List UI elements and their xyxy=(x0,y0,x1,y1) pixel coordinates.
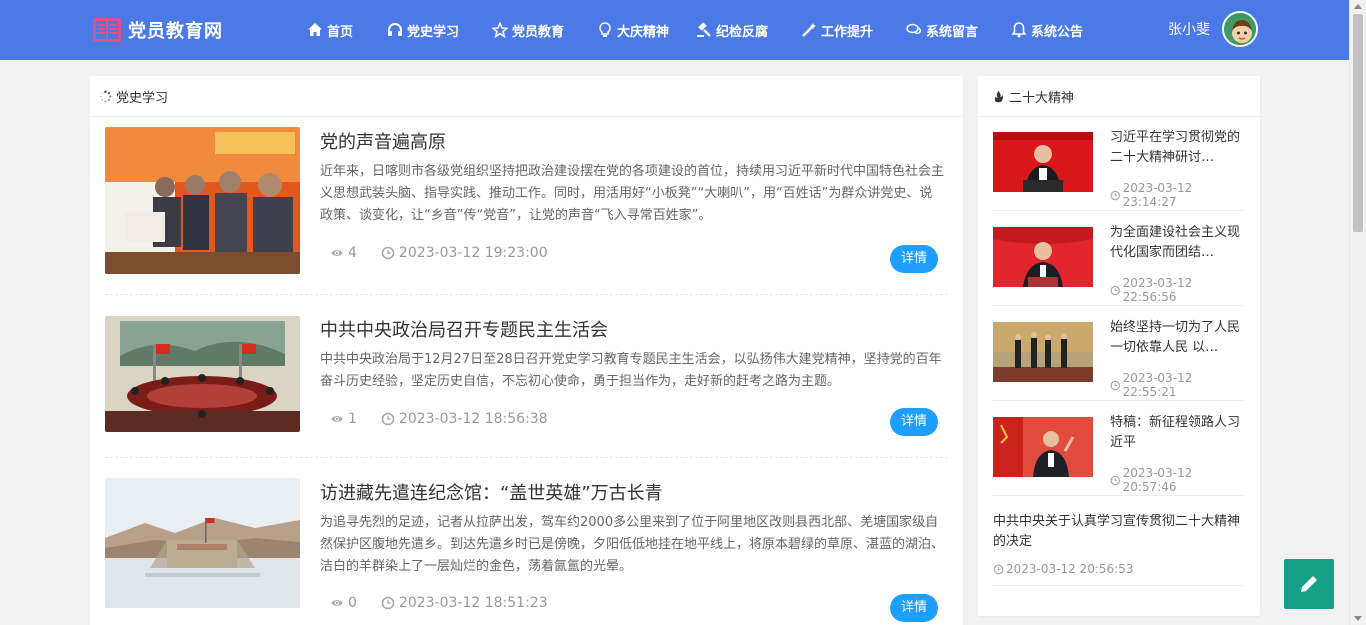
eye-icon xyxy=(331,250,343,256)
nav-item-work-improvement[interactable]: 工作提升 xyxy=(801,21,873,40)
loading-spinner-icon xyxy=(99,89,112,102)
article-meta: 0 2023-03-12 18:51:23 xyxy=(330,595,548,611)
scroll-thumb[interactable] xyxy=(1353,14,1363,232)
details-button[interactable]: 详情 xyxy=(890,594,938,622)
nav-item-messages[interactable]: 系统留言 xyxy=(906,21,978,40)
scroll-up-arrow-icon[interactable] xyxy=(1354,4,1362,9)
news-title[interactable]: 中共中央关于认真学习宣传贯彻二十大精神的决定 xyxy=(993,512,1245,552)
clock-icon xyxy=(381,412,395,426)
page-scrollbar[interactable] xyxy=(1349,0,1366,625)
news-title[interactable]: 习近平在学习贯彻党的二十大精神研讨… xyxy=(1110,128,1245,168)
article-summary: 为追寻先烈的足迹，记者从拉萨出发，驾车约2000多公里来到了位于阿里地区改则县西… xyxy=(320,515,945,574)
article-meta: 4 2023-03-12 19:23:00 xyxy=(330,245,548,261)
nav-item-member-education[interactable]: 党员教育 xyxy=(492,21,564,40)
article-item: 中共中央政治局召开专题民主生活会 中共中央政治局于12月27日至28日召开党史学… xyxy=(105,316,948,458)
headphones-icon xyxy=(388,23,402,36)
news-thumbnail[interactable] xyxy=(993,227,1093,287)
site-title: 党员教育网 xyxy=(128,21,223,42)
compose-button[interactable] xyxy=(1284,559,1334,609)
news-date: 2023-03-12 22:55:21 xyxy=(1110,371,1245,399)
news-title[interactable]: 始终坚持一切为了人民一切依靠人民 以… xyxy=(1110,318,1245,358)
clock-icon xyxy=(1110,285,1121,295)
article-title[interactable]: 访进藏先遣连纪念馆：“盖世英雄”万古长青 xyxy=(320,479,663,505)
news-date: 2023-03-12 22:56:56 xyxy=(1110,276,1245,304)
view-count: 1 xyxy=(348,411,357,427)
magic-wand-icon xyxy=(802,23,816,37)
clock-icon xyxy=(381,246,395,260)
gavel-icon xyxy=(697,22,711,37)
article-item: 访进藏先遣连纪念馆：“盖世英雄”万古长青 为追寻先烈的足迹，记者从拉萨出发，驾车… xyxy=(105,478,948,625)
eye-icon xyxy=(331,600,343,606)
details-button[interactable]: 详情 xyxy=(890,245,938,273)
side-news-item[interactable]: 为全面建设社会主义现代化国家而团结… 2023-03-12 22:56:56 xyxy=(993,225,1245,306)
nav-item-anti-corruption[interactable]: 纪检反腐 xyxy=(696,21,768,40)
publish-time: 2023-03-12 18:56:38 xyxy=(398,411,548,427)
article-item: 党的声音遍高原 近年来，日喀则市各级党组织坚持把政治建设摆在党的各项建设的首位，… xyxy=(105,127,948,295)
lightbulb-icon xyxy=(599,22,611,37)
site-logo[interactable]: 党员教育网 xyxy=(92,14,223,46)
news-date: 2023-03-12 20:56:53 xyxy=(993,562,1133,576)
avatar[interactable] xyxy=(1222,11,1258,47)
news-title[interactable]: 为全面建设社会主义现代化国家而团结… xyxy=(1110,223,1245,263)
clock-icon xyxy=(1110,190,1121,200)
cartoon-avatar-icon xyxy=(1224,13,1256,45)
side-news-item[interactable]: 特稿：新征程领路人习近平 2023-03-12 20:57:46 xyxy=(993,415,1245,496)
eye-icon xyxy=(331,416,343,422)
fire-icon xyxy=(994,90,1003,102)
side-news-item[interactable]: 中共中央关于认真学习宣传贯彻二十大精神的决定 2023-03-12 20:56:… xyxy=(993,512,1245,586)
clock-icon xyxy=(1110,380,1121,390)
article-thumbnail[interactable] xyxy=(105,316,300,432)
panel-header: 党史学习 xyxy=(90,76,963,117)
publish-time: 2023-03-12 18:51:23 xyxy=(398,595,548,611)
comments-icon xyxy=(906,23,922,35)
nav-item-home[interactable]: 首页 xyxy=(307,21,353,40)
article-title[interactable]: 中共中央政治局召开专题民主生活会 xyxy=(320,316,608,342)
star-icon xyxy=(492,22,508,38)
user-menu[interactable]: 张小斐 xyxy=(1168,11,1258,47)
panel-title: 二十大精神 xyxy=(1009,90,1075,106)
news-thumbnail[interactable] xyxy=(993,417,1093,477)
clock-icon xyxy=(1110,475,1121,485)
news-thumbnail[interactable] xyxy=(993,322,1093,382)
article-thumbnail[interactable] xyxy=(105,478,300,608)
clock-icon xyxy=(381,596,395,610)
top-header: 党员教育网 首页 党史学习 党员教育 大庆精神 纪检反腐 工作提升 系统留言 系… xyxy=(0,0,1349,60)
news-date: 2023-03-12 20:57:46 xyxy=(1110,466,1245,494)
view-count: 0 xyxy=(348,595,357,611)
news-thumbnail[interactable] xyxy=(993,132,1093,192)
article-thumbnail[interactable] xyxy=(105,127,300,274)
bell-icon xyxy=(1011,22,1027,38)
clock-icon xyxy=(993,564,1004,574)
details-button[interactable]: 详情 xyxy=(890,408,938,436)
panel-title: 党史学习 xyxy=(116,90,169,106)
pencil-icon xyxy=(1301,576,1317,592)
news-title[interactable]: 特稿：新征程领路人习近平 xyxy=(1110,413,1245,453)
article-title[interactable]: 党的声音遍高原 xyxy=(320,128,446,154)
side-news-item[interactable]: 习近平在学习贯彻党的二十大精神研讨… 2023-03-12 23:14:27 xyxy=(993,130,1245,211)
home-icon xyxy=(308,23,322,36)
article-meta: 1 2023-03-12 18:56:38 xyxy=(330,411,548,427)
twentieth-congress-panel: 二十大精神 习近平在学习贯彻党的二十大精神研讨… 2023-03-12 23:1… xyxy=(978,76,1260,616)
publish-time: 2023-03-12 19:23:00 xyxy=(398,245,548,261)
article-summary: 近年来，日喀则市各级党组织坚持把政治建设摆在党的各项建设的首位，持续用习近平新时… xyxy=(320,164,945,223)
panel-header: 二十大精神 xyxy=(978,76,1260,117)
news-date: 2023-03-12 23:14:27 xyxy=(1110,181,1245,209)
user-name: 张小斐 xyxy=(1168,22,1210,38)
nav-item-party-history[interactable]: 党史学习 xyxy=(387,21,459,40)
scroll-down-arrow-icon[interactable] xyxy=(1354,616,1362,621)
nav-item-announcements[interactable]: 系统公告 xyxy=(1011,21,1083,40)
side-news-item[interactable]: 始终坚持一切为了人民一切依靠人民 以… 2023-03-12 22:55:21 xyxy=(993,320,1245,401)
view-count: 4 xyxy=(348,245,357,261)
article-summary: 中共中央政治局于12月27日至28日召开党史学习教育专题民主生活会，以弘扬伟大建… xyxy=(320,352,942,389)
nav-item-daqing-spirit[interactable]: 大庆精神 xyxy=(597,21,669,40)
book-logo-icon xyxy=(93,18,121,42)
party-history-panel: 党史学习 党的声音遍高原 近年来，日喀则市各级党组织坚持把政治建设摆在党的各项建… xyxy=(90,76,963,625)
